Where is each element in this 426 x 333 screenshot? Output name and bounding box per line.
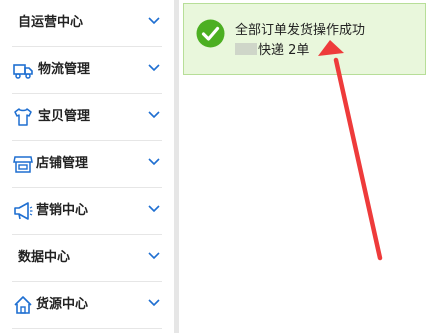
sidebar-item-products[interactable]: 宝贝管理 [0,94,174,141]
sidebar-item-data[interactable]: 数据中心 [0,235,174,282]
store-icon [13,156,33,173]
chevron-down-icon[interactable] [148,252,160,260]
sidebar-divider [174,0,179,333]
success-check-icon [196,19,225,48]
shirt-icon [14,108,32,126]
sidebar-item-label: 数据中心 [18,250,71,265]
sidebar-item-store[interactable]: 店铺管理 [0,141,174,188]
chevron-down-icon[interactable] [148,64,160,72]
chevron-down-icon[interactable] [148,158,160,166]
chevron-down-icon[interactable] [148,299,160,307]
redacted-text [235,43,257,55]
sidebar-item-label: 物流管理 [38,62,91,77]
chevron-down-icon[interactable] [148,111,160,119]
sidebar-item-label: 店铺管理 [36,156,89,171]
megaphone-icon [14,202,33,220]
chevron-down-icon[interactable] [148,17,160,25]
sidebar-item-marketing[interactable]: 营销中心 [0,188,174,235]
sidebar-item-sourcing[interactable]: 货源中心 [0,282,174,329]
sidebar-item-label: 营销中心 [36,203,89,218]
sidebar-item-label: 宝贝管理 [38,109,91,124]
house-icon [14,296,32,314]
notice-message: 全部订单发货操作成功 [235,23,366,38]
sidebar: 自运营中心 物流管理 宝贝管理 店铺管理 营销中心 数据中心 货源中心 [0,0,174,333]
sidebar-item-label: 自运营中心 [18,15,84,30]
notice-detail: 快递 2单 [235,43,309,59]
sidebar-item-label: 货源中心 [36,297,89,312]
chevron-down-icon[interactable] [148,205,160,213]
sidebar-item-self-operation[interactable]: 自运营中心 [0,0,174,47]
red-arrow-annotation [318,40,383,261]
truck-icon [13,64,33,79]
sidebar-item-logistics[interactable]: 物流管理 [0,47,174,94]
